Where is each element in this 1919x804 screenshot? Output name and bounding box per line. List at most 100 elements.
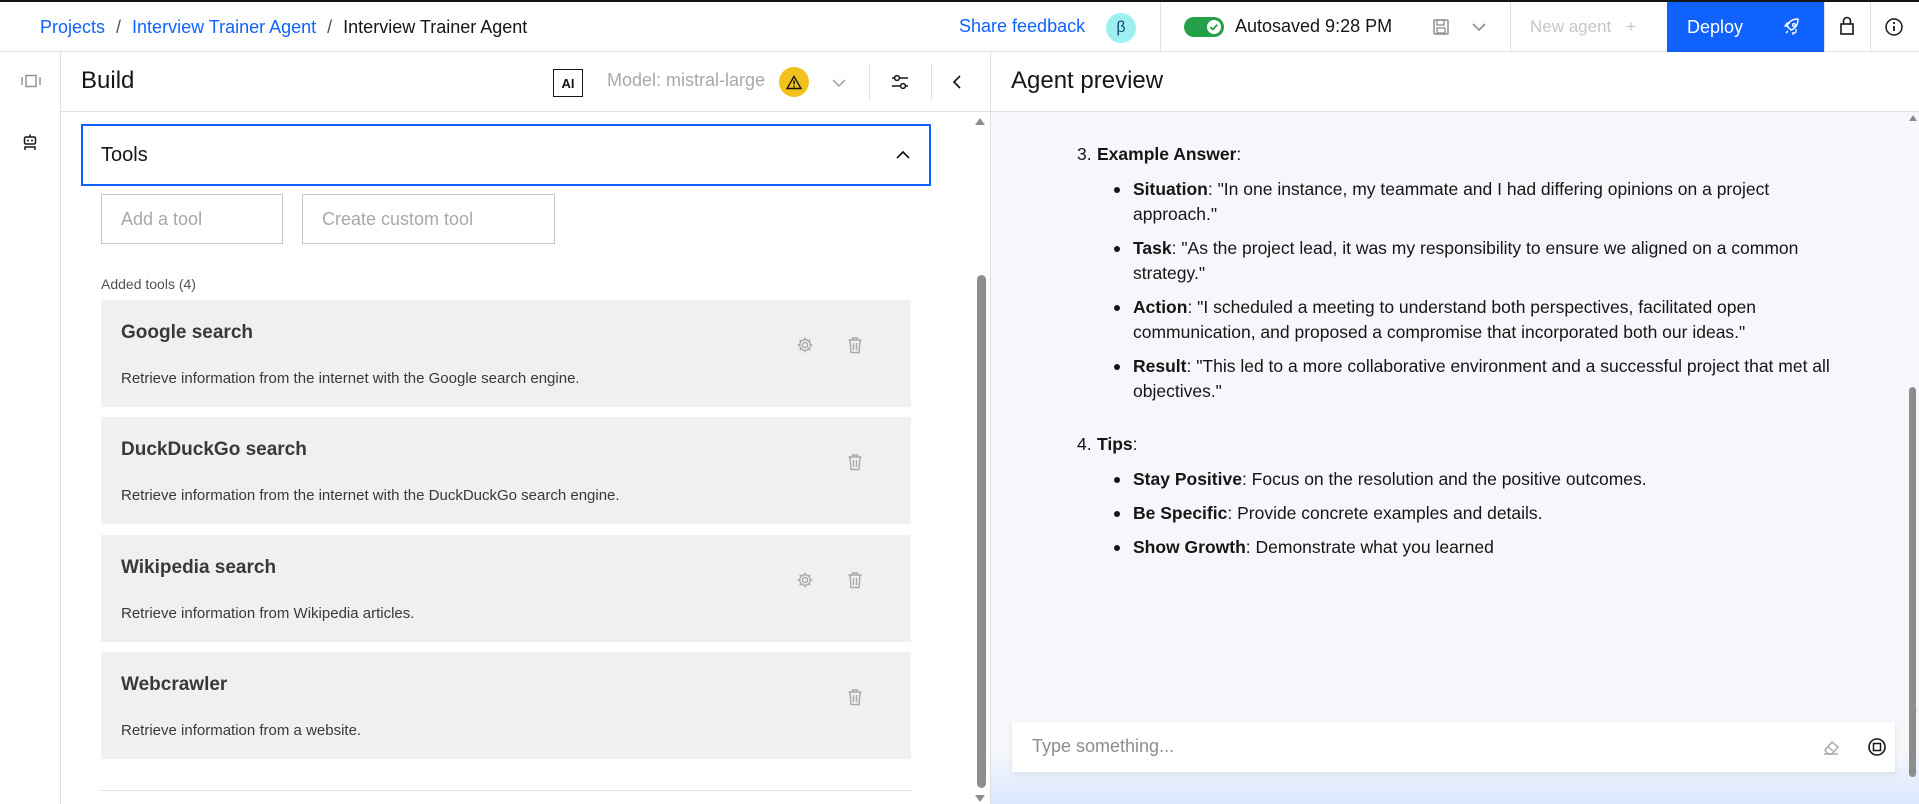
build-title: Build <box>81 67 135 94</box>
tool-description: Retrieve information from a website. <box>121 722 362 739</box>
add-tool-input[interactable]: Add a tool <box>101 194 283 244</box>
eraser-icon[interactable] <box>1821 737 1841 757</box>
list-item: Be Specific: Provide concrete examples a… <box>1077 501 1837 526</box>
tool-card-google-search: Google search Retrieve information from … <box>101 300 911 407</box>
stop-icon[interactable] <box>1867 737 1887 757</box>
added-tools-label: Added tools (4) <box>101 276 196 292</box>
tool-name: Google search <box>121 322 253 343</box>
bullet-term: Be Specific <box>1133 503 1228 523</box>
chevron-down-icon[interactable] <box>831 77 847 89</box>
lock-icon[interactable] <box>1838 16 1856 36</box>
section-number: 4. <box>1077 434 1092 454</box>
trash-icon[interactable] <box>847 336 863 354</box>
divider <box>1510 2 1511 52</box>
preview-title: Agent preview <box>1011 67 1164 94</box>
breadcrumb-project[interactable]: Interview Trainer Agent <box>132 17 316 38</box>
new-agent-label: New agent <box>1530 17 1612 36</box>
info-icon[interactable] <box>1884 17 1904 37</box>
list-item: Situation: "In one instance, my teammate… <box>1077 177 1837 227</box>
tool-card-webcrawler: Webcrawler Retrieve information from a w… <box>101 652 911 759</box>
save-icon[interactable] <box>1432 18 1450 36</box>
build-scrollbar-thumb[interactable] <box>977 275 986 788</box>
toggle-knob <box>1207 20 1221 34</box>
bullet-text: : Demonstrate what you learned <box>1245 537 1494 557</box>
bullet-text: : "In one instance, my teammate and I ha… <box>1133 179 1770 224</box>
bullet-text: : "As the project lead, it was my respon… <box>1133 238 1799 283</box>
settings-sliders-icon[interactable] <box>890 72 910 92</box>
warning-icon[interactable] <box>779 67 809 97</box>
preview-scrollbar-thumb[interactable] <box>1909 387 1916 777</box>
list-item: Result: "This led to a more collaborativ… <box>1077 354 1837 404</box>
scroll-up-arrow[interactable] <box>974 116 986 126</box>
build-header: Build AI Model: mistral-large <box>61 52 990 112</box>
section-heading: Tips <box>1097 434 1133 454</box>
trash-icon[interactable] <box>847 688 863 706</box>
bullet-text: : "I scheduled a meeting to understand b… <box>1133 297 1756 342</box>
divider <box>869 64 870 100</box>
chat-input-placeholder: Type something... <box>1032 736 1175 756</box>
chevron-down-icon[interactable] <box>1471 21 1487 33</box>
plus-icon: + <box>1626 17 1636 36</box>
section-number: 3. <box>1077 144 1092 164</box>
check-icon <box>1209 24 1218 31</box>
chevron-up-icon[interactable] <box>895 149 911 161</box>
answer-section: 3. Example Answer: Situation: "In one in… <box>1077 142 1837 404</box>
tool-description: Retrieve information from the internet w… <box>121 487 620 504</box>
preview-header: Agent preview <box>991 52 1919 112</box>
bullet-text: : Provide concrete examples and details. <box>1227 503 1543 523</box>
chevron-left-icon[interactable] <box>951 74 963 90</box>
list-item: Task: "As the project lead, it was my re… <box>1077 236 1837 286</box>
trash-icon[interactable] <box>847 453 863 471</box>
left-rail <box>0 52 61 804</box>
autosaved-status: Autosaved 9:28 PM <box>1235 16 1393 36</box>
build-panel: Build AI Model: mistral-large Tools Add … <box>61 52 990 804</box>
bullet-term: Task <box>1133 238 1172 258</box>
breadcrumb: Projects / Interview Trainer Agent / Int… <box>40 2 527 52</box>
bullet-text: : Focus on the resolution and the positi… <box>1241 469 1647 489</box>
trash-icon[interactable] <box>847 571 863 589</box>
tools-title: Tools <box>101 144 148 166</box>
autosave-toggle[interactable] <box>1184 17 1224 37</box>
tool-description: Retrieve information from Wikipedia arti… <box>121 605 415 622</box>
scroll-down-arrow[interactable] <box>1909 710 1917 717</box>
chat-message: 3. Example Answer: Situation: "In one in… <box>1077 142 1837 560</box>
tools-accordion-header[interactable]: Tools <box>81 124 931 186</box>
tips-section: 4. Tips: Stay Positive: Focus on the res… <box>1077 432 1837 560</box>
bullet-term: Show Growth <box>1133 537 1246 557</box>
section-heading: Example Answer <box>1097 144 1237 164</box>
divider <box>931 64 932 100</box>
gear-icon[interactable] <box>796 336 814 354</box>
new-agent-button[interactable]: New agent + <box>1530 17 1636 37</box>
beta-badge[interactable]: β <box>1106 13 1136 43</box>
scroll-down-arrow[interactable] <box>974 794 986 804</box>
share-feedback-link[interactable]: Share feedback <box>959 16 1085 37</box>
chat-input[interactable]: Type something... <box>1012 722 1895 772</box>
gear-icon[interactable] <box>796 571 814 589</box>
breadcrumb-projects[interactable]: Projects <box>40 17 105 38</box>
create-custom-tool-input[interactable]: Create custom tool <box>302 194 555 244</box>
bullet-term: Action <box>1133 297 1188 317</box>
top-bar: Projects / Interview Trainer Agent / Int… <box>0 0 1919 52</box>
sidebar-toggle-icon[interactable] <box>20 74 42 88</box>
ai-badge: AI <box>553 69 583 97</box>
list-item: Show Growth: Demonstrate what you learne… <box>1077 535 1837 560</box>
bullet-term: Result <box>1133 356 1187 376</box>
divider <box>1870 2 1871 52</box>
agent-preview-panel: Agent preview 3. Example Answer: Situati… <box>990 52 1919 804</box>
tool-card-wikipedia-search: Wikipedia search Retrieve information fr… <box>101 535 911 642</box>
breadcrumb-separator: / <box>116 16 122 37</box>
deploy-label: Deploy <box>1687 17 1744 37</box>
rocket-icon <box>1783 18 1799 36</box>
tool-name: Webcrawler <box>121 674 228 695</box>
list-item: Stay Positive: Focus on the resolution a… <box>1077 467 1837 492</box>
divider <box>1824 2 1825 52</box>
agent-icon[interactable] <box>21 133 39 151</box>
tool-name: DuckDuckGo search <box>121 439 307 460</box>
bullet-term: Situation <box>1133 179 1208 199</box>
scroll-up-arrow[interactable] <box>1909 114 1917 121</box>
tool-description: Retrieve information from the internet w… <box>121 370 580 387</box>
list-item: Action: "I scheduled a meeting to unders… <box>1077 295 1837 345</box>
bullet-term: Stay Positive <box>1133 469 1242 489</box>
deploy-button[interactable]: Deploy <box>1667 2 1824 52</box>
model-selector[interactable]: Model: mistral-large <box>607 70 765 91</box>
